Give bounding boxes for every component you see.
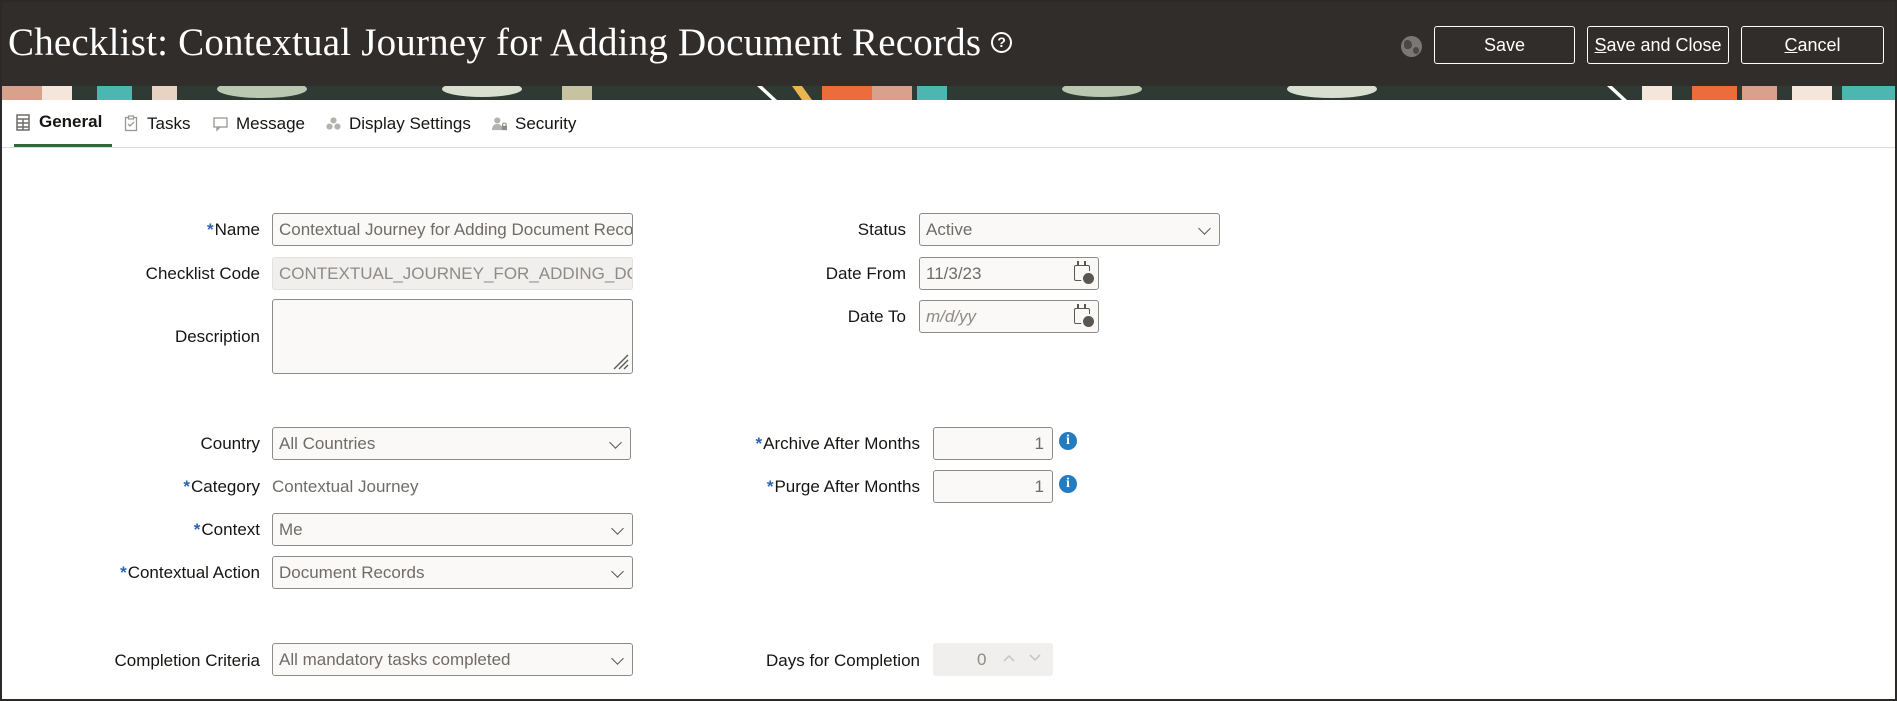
contextual-action-select[interactable]: Document Records [272, 556, 633, 589]
description-textarea[interactable] [272, 299, 633, 374]
required-marker: * [755, 434, 763, 453]
days-for-completion-value: 0 [977, 650, 987, 669]
checklist-page: Checklist: Contextual Journey for Adding… [0, 0, 1897, 701]
completion-criteria-label: Completion Criteria [114, 651, 261, 670]
globe-icon[interactable] [1401, 36, 1422, 57]
cancel-button[interactable]: Cancel [1741, 26, 1884, 64]
date-to-field[interactable]: m/d/yy [919, 300, 1099, 333]
checklist-code-field: CONTEXTUAL_JOURNEY_FOR_ADDING_DOCUMENT_R… [272, 257, 633, 290]
tab-display-settings[interactable]: Display Settings [326, 100, 471, 147]
contextual-action-label: *Contextual Action [120, 563, 260, 582]
tab-security[interactable]: Security [492, 100, 576, 147]
completion-criteria-select[interactable]: All mandatory tasks completed [272, 643, 633, 676]
context-label: *Context [193, 520, 260, 539]
checklist-code-label: Checklist Code [145, 264, 260, 283]
purge-after-months-field[interactable]: 1 [933, 470, 1053, 503]
save-and-close-button[interactable]: Save and Close [1587, 26, 1729, 64]
tab-bar: General Tasks Message Display Settings S… [2, 100, 1895, 148]
required-marker: * [193, 520, 201, 539]
page-header: Checklist: Contextual Journey for Adding… [2, 2, 1895, 86]
context-select[interactable]: Me [272, 513, 633, 546]
info-icon[interactable]: i [1059, 475, 1077, 493]
help-icon[interactable]: ? [991, 31, 1013, 53]
tab-label: Message [236, 113, 305, 133]
country-select[interactable]: All Countries [272, 427, 631, 460]
calendar-icon[interactable] [1074, 304, 1096, 329]
required-marker: * [183, 477, 191, 496]
tab-tasks[interactable]: Tasks [124, 100, 190, 147]
decorative-banner [2, 86, 1895, 100]
chat-bubble-icon [213, 117, 228, 132]
status-label: Status [857, 220, 906, 239]
archive-after-months-field[interactable]: 1 [933, 427, 1053, 460]
chevron-up-icon [1003, 654, 1015, 662]
table-icon [16, 113, 30, 131]
resize-handle-icon[interactable] [611, 352, 629, 370]
calendar-icon[interactable] [1074, 261, 1096, 286]
chevron-down-icon [1029, 654, 1041, 662]
date-to-label: Date To [847, 307, 906, 326]
country-label: Country [200, 434, 260, 453]
archive-after-months-label: *Archive After Months [755, 434, 920, 453]
status-select[interactable]: Active [919, 213, 1220, 246]
page-title: Checklist: Contextual Journey for Adding… [8, 20, 1013, 65]
category-value: Contextual Journey [272, 477, 419, 496]
required-marker: * [120, 563, 127, 582]
days-for-completion-label: Days for Completion [765, 651, 920, 670]
tab-label: Display Settings [349, 113, 471, 133]
save-button[interactable]: Save [1434, 26, 1575, 64]
user-lock-icon [492, 117, 507, 131]
clipboard-check-icon [124, 115, 138, 132]
tab-general[interactable]: General [14, 100, 112, 147]
name-label: *Name [207, 220, 260, 239]
tab-label: Tasks [147, 113, 191, 133]
required-marker: * [766, 477, 774, 496]
description-label: Description [174, 327, 260, 346]
date-from-label: Date From [825, 264, 906, 283]
tab-message[interactable]: Message [213, 100, 305, 147]
date-from-field[interactable]: 11/3/23 [919, 257, 1099, 290]
category-label: *Category [183, 477, 260, 496]
shapes-icon [326, 117, 341, 130]
name-field[interactable]: Contextual Journey for Adding Document R… [272, 213, 633, 246]
required-marker: * [207, 220, 214, 239]
info-icon[interactable]: i [1059, 432, 1077, 450]
tab-label: General [39, 112, 103, 131]
days-for-completion-stepper: 0 [933, 643, 1053, 676]
tab-label: Security [515, 113, 577, 133]
purge-after-months-label: *Purge After Months [766, 477, 920, 496]
